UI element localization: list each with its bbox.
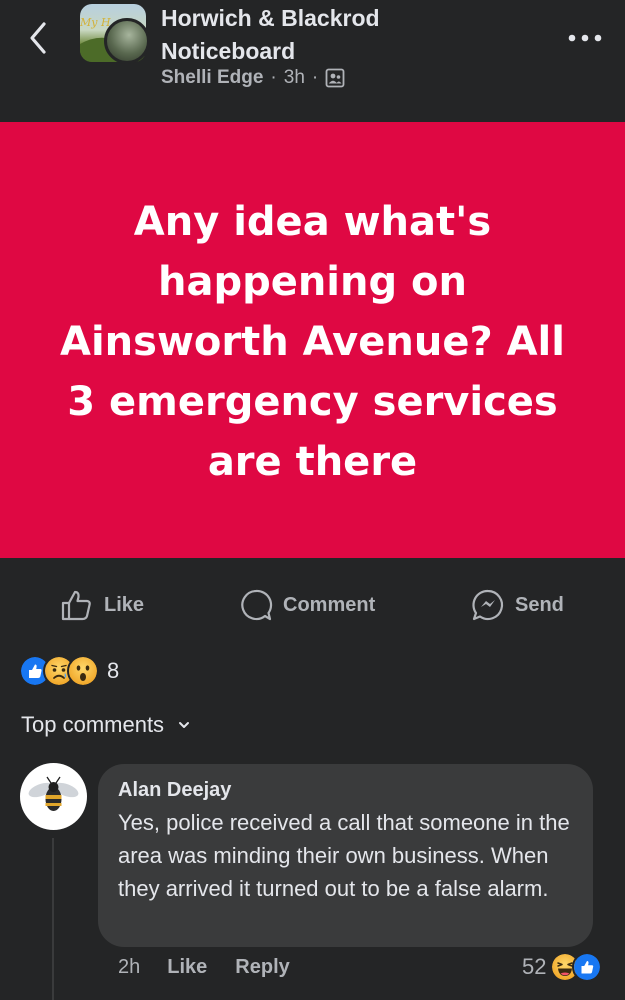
comment-meta: 2h Like Reply xyxy=(118,956,290,979)
separator-dot: · xyxy=(311,67,319,88)
thread-line xyxy=(52,838,54,1000)
comment-bubble[interactable]: Alan Deejay Yes, police received a call … xyxy=(98,764,593,947)
wow-icon xyxy=(67,655,99,687)
post-actions-bar: Like Comment Send xyxy=(0,580,625,630)
bee-icon xyxy=(28,776,79,811)
reactions-summary[interactable]: 8 xyxy=(19,655,119,687)
post-page: My H Horwich & Blackrod Noticeboard Shel… xyxy=(0,0,625,1000)
commenter-avatar[interactable] xyxy=(20,763,87,830)
comment-reactions[interactable]: 52 xyxy=(522,952,603,982)
commenter-name[interactable]: Alan Deejay xyxy=(118,776,573,804)
author-name[interactable]: Shelli Edge xyxy=(161,67,263,89)
like-button[interactable]: Like xyxy=(60,588,144,622)
members-only-icon xyxy=(325,68,345,88)
comment-sort-label: Top comments xyxy=(21,712,165,737)
author-avatar[interactable] xyxy=(104,18,150,64)
send-button[interactable]: Send xyxy=(471,588,564,622)
separator-dot: · xyxy=(270,67,277,88)
post-time[interactable]: 3h xyxy=(284,67,305,89)
messenger-icon xyxy=(472,589,504,621)
post-text: Any idea what's happening on Ainsworth A… xyxy=(60,199,565,485)
like-label: Like xyxy=(104,593,145,616)
post-header: My H Horwich & Blackrod Noticeboard Shel… xyxy=(0,0,625,122)
chevron-left-icon xyxy=(30,22,46,54)
comment-text: Yes, police received a call that someone… xyxy=(118,810,570,901)
back-button[interactable] xyxy=(22,18,56,58)
group-avatar-text: My H xyxy=(80,16,111,29)
comment-like-button[interactable]: Like xyxy=(167,956,207,979)
post-meta: Shelli Edge · 3h · xyxy=(161,67,345,89)
thumbs-up-icon xyxy=(61,590,91,621)
group-name[interactable]: Horwich & Blackrod Noticeboard xyxy=(161,2,491,68)
send-label: Send xyxy=(515,593,564,616)
comment-button[interactable]: Comment xyxy=(239,588,375,622)
comment-reply-button[interactable]: Reply xyxy=(235,956,289,979)
reaction-count: 8 xyxy=(107,658,120,683)
like-icon xyxy=(572,952,603,982)
more-options-button[interactable] xyxy=(566,28,604,48)
chevron-down-icon xyxy=(179,722,190,728)
comment-icon xyxy=(241,589,273,621)
comment-reaction-count: 52 xyxy=(522,954,547,979)
comment-sort-dropdown[interactable]: Top comments xyxy=(21,712,190,738)
more-icon xyxy=(568,34,602,42)
comment-label: Comment xyxy=(283,593,376,616)
post-content-card[interactable]: Any idea what's happening on Ainsworth A… xyxy=(0,122,625,558)
comment-time: 2h xyxy=(118,956,141,978)
